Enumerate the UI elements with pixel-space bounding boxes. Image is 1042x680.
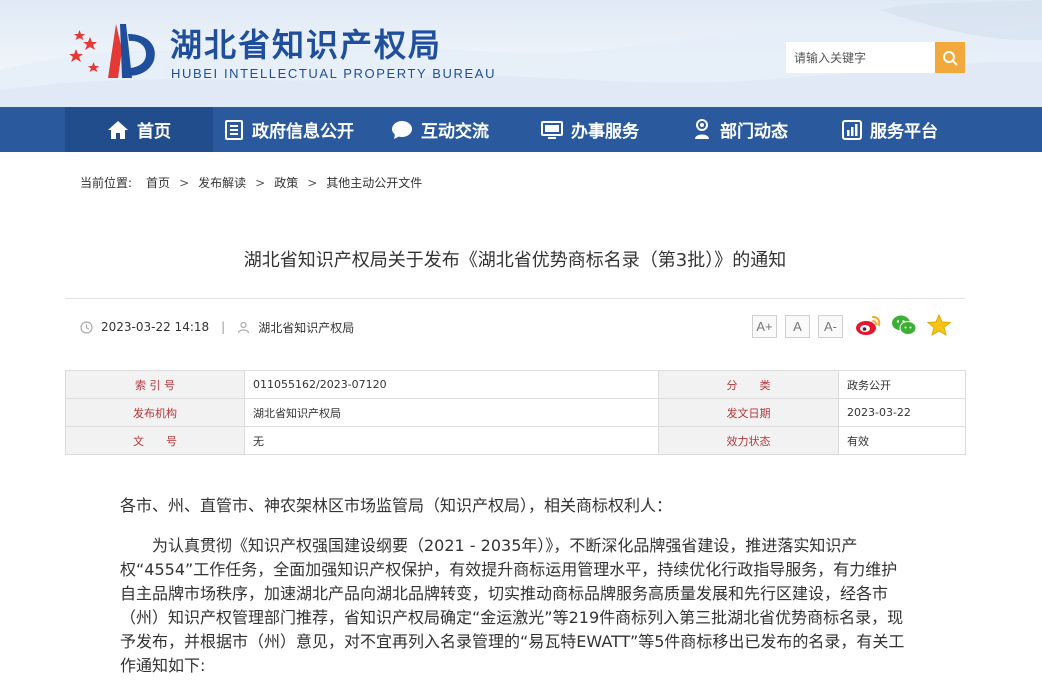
nav-item-department-news[interactable]: 部门动态 (665, 107, 815, 152)
value-validity: 有效 (838, 426, 966, 455)
site-subtitle: HUBEI INTELLECTUAL PROPERTY BUREAU (171, 66, 497, 81)
monitor-icon (541, 120, 563, 139)
article-source: 湖北省知识产权局 (258, 320, 355, 335)
wechat-icon[interactable] (891, 314, 917, 336)
clock-icon (80, 320, 93, 334)
font-decrease-button[interactable]: A- (818, 315, 843, 338)
meta-separator: | (221, 320, 226, 334)
label-index-no: 索 引 号 (65, 370, 245, 399)
body-greeting: 各市、州、直管市、神农架林区市场监管局（知识产权局），相关商标权利人： (120, 496, 673, 515)
main-nav: 首页 政府信息公开 互动交流 办事服务 部门动态 服务平台 (0, 107, 1042, 152)
breadcrumb-link-home[interactable]: 首页 (146, 174, 170, 191)
site-header: 湖北省知识产权局 HUBEI INTELLECTUAL PROPERTY BUR… (0, 0, 1042, 107)
breadcrumb-label: 当前位置: (80, 176, 133, 190)
search-button[interactable] (935, 42, 965, 73)
article-title: 湖北省知识产权局关于发布《湖北省优势商标名录（第3批）》的通知 (243, 250, 787, 271)
document-info-table: 索 引 号 011055162/2023-07120 分 类 政务公开 发布机构… (65, 370, 966, 455)
font-increase-button[interactable]: A+ (752, 315, 777, 338)
nav-label: 办事服务 (571, 122, 639, 142)
document-list-icon (225, 119, 243, 140)
label-issue-date: 发文日期 (658, 398, 839, 427)
label-category: 分 类 (658, 370, 839, 399)
value-publisher: 湖北省知识产权局 (244, 398, 659, 427)
nav-label: 服务平台 (870, 122, 938, 142)
value-doc-number: 无 (244, 426, 659, 455)
breadcrumb-separator: > (255, 175, 266, 190)
favorite-star-icon[interactable] (927, 314, 951, 336)
publish-datetime: 2023-03-22 14:18 (101, 320, 210, 334)
breadcrumb-separator: > (307, 175, 318, 190)
label-doc-number: 文 号 (65, 426, 245, 455)
search-icon (943, 50, 958, 65)
nav-label: 互动交流 (421, 122, 489, 142)
label-publisher: 发布机构 (65, 398, 245, 427)
nav-label: 部门动态 (720, 122, 788, 142)
breadcrumb-link-other-files[interactable]: 其他主动公开文件 (326, 174, 422, 191)
emblem-logo-icon (69, 24, 155, 78)
label-validity: 效力状态 (658, 426, 839, 455)
breadcrumb: 当前位置: 首页 > 发布解读 > 政策 > 其他主动公开文件 (80, 174, 422, 191)
title-divider (65, 298, 965, 299)
breadcrumb-link-policy[interactable]: 政策 (274, 174, 298, 191)
table-row: 索 引 号 011055162/2023-07120 分 类 政务公开 (65, 370, 966, 399)
breadcrumb-separator: > (179, 175, 190, 190)
chat-bubble-icon (392, 120, 412, 139)
value-issue-date: 2023-03-22 (838, 398, 966, 427)
nav-label: 首页 (137, 122, 171, 142)
nav-item-gov-info[interactable]: 政府信息公开 (213, 107, 365, 152)
share-toolbar (855, 314, 951, 336)
nav-label: 政府信息公开 (252, 122, 354, 142)
table-row: 文 号 无 效力状态 有效 (65, 426, 966, 455)
breadcrumb-link-release[interactable]: 发布解读 (198, 174, 246, 191)
article-body: 各市、州、直管市、神农架林区市场监管局（知识产权局），相关商标权利人： 为认真贯… (120, 494, 912, 678)
value-index-no: 011055162/2023-07120 (244, 370, 659, 399)
site-title: 湖北省知识产权局 (170, 26, 443, 64)
value-category: 政务公开 (838, 370, 966, 399)
chart-icon (842, 119, 862, 140)
search-input[interactable] (786, 42, 935, 73)
table-row: 发布机构 湖北省知识产权局 发文日期 2023-03-22 (65, 398, 966, 427)
weibo-icon[interactable] (855, 314, 881, 336)
nav-item-interaction[interactable]: 互动交流 (365, 107, 515, 152)
article-meta: 2023-03-22 14:18 | 湖北省知识产权局 (80, 316, 354, 338)
font-default-button[interactable]: A (785, 315, 810, 338)
nav-item-service-platform[interactable]: 服务平台 (815, 107, 965, 152)
font-size-controls: A+ A A- (752, 315, 843, 338)
nav-item-home[interactable]: 首页 (65, 107, 213, 152)
home-icon (108, 120, 128, 139)
organization-icon (237, 321, 250, 334)
person-pin-icon (695, 118, 709, 139)
nav-item-services[interactable]: 办事服务 (515, 107, 665, 152)
body-paragraph: 为认真贯彻《知识产权强国建设纲要（2021 - 2035年）》，不断深化品牌强省… (120, 536, 905, 675)
